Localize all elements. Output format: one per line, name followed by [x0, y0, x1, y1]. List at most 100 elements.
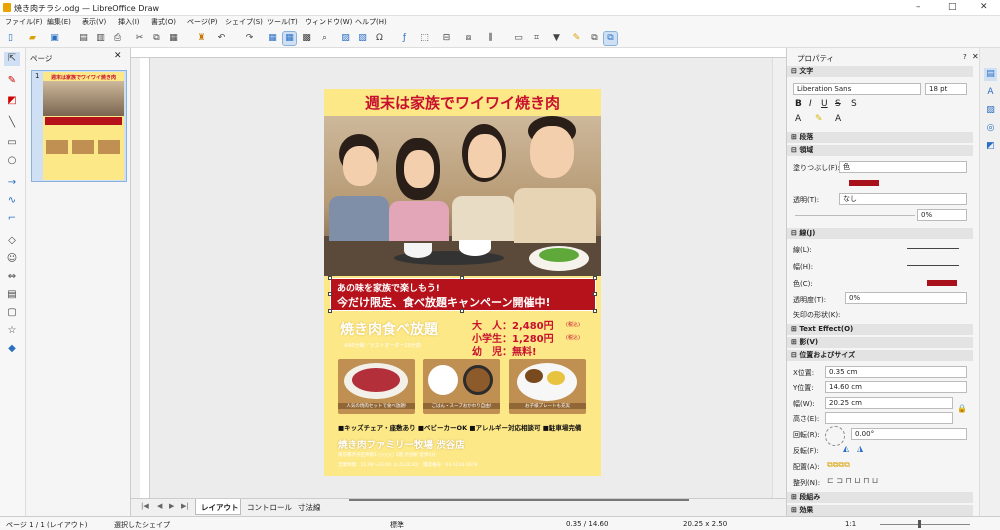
export-pdf-icon[interactable]: ▥ [94, 32, 107, 45]
line-transparency-field[interactable]: 0% [845, 292, 967, 304]
flip-horizontal-icon[interactable]: ◮ [857, 444, 863, 453]
connector-tool-icon[interactable]: ⌐ [4, 212, 20, 226]
font-name-combo[interactable]: Liberation Sans [793, 83, 921, 95]
section-area[interactable]: ⊟ 領域 [787, 145, 973, 156]
section-line[interactable]: ⊟ 線(J) [787, 228, 973, 239]
callout-shapes-icon[interactable]: ▢ [4, 306, 20, 320]
close-button[interactable]: ✕ [980, 2, 988, 12]
selection-handle[interactable] [593, 309, 597, 313]
align-objects-icon[interactable]: ⊟ [440, 32, 453, 45]
section-text-effect[interactable]: ⊞ Text Effect(O) [787, 324, 973, 335]
shadow-icon[interactable]: ▭ [512, 32, 525, 45]
selection-handle[interactable] [593, 292, 597, 296]
flip-vertical-icon[interactable]: ◭ [843, 444, 849, 453]
shadow-text-icon[interactable]: S [851, 99, 857, 109]
highlight-icon[interactable]: ✎ [815, 114, 823, 124]
zoom-slider[interactable] [880, 524, 970, 525]
export-icon[interactable]: ▤ [77, 32, 90, 45]
flyer-page[interactable]: 週末は家族でワイワイ焼き肉 あの味を家族で楽しもう! 今だけ限定、食べ放題キャン… [324, 89, 601, 476]
symbol-shapes-icon[interactable]: ☺ [4, 252, 20, 266]
vertical-ruler[interactable] [140, 58, 150, 498]
grid-icon[interactable]: ▦ [266, 32, 279, 45]
rectangle-tool-icon[interactable]: ▭ [4, 136, 20, 150]
selection-handle[interactable] [328, 292, 332, 296]
line-width-preview[interactable] [907, 265, 959, 266]
line-color-icon[interactable]: ✎ [4, 74, 20, 88]
selected-banner-shape[interactable]: あの味を家族で楽しもう! 今だけ限定、食べ放題キャンペーン開催中! [330, 278, 596, 311]
transparency-select[interactable]: なし [839, 193, 967, 205]
tab-layout[interactable]: レイアウト [201, 502, 239, 513]
rotation-dial[interactable] [825, 426, 845, 446]
line-style-preview[interactable] [907, 248, 959, 249]
selection-handle[interactable] [328, 276, 332, 280]
selection-handle[interactable] [593, 276, 597, 280]
menu-edit[interactable]: 編集(E) [47, 17, 71, 27]
star-shapes-icon[interactable]: ☆ [4, 324, 20, 338]
fill-type-select[interactable]: 色 [839, 161, 967, 173]
underline-icon[interactable]: U [821, 99, 828, 109]
section-paragraph[interactable]: ⊞ 段落 [787, 132, 973, 143]
arrow-line-icon[interactable]: → [4, 176, 20, 190]
flowchart-icon[interactable]: ▤ [4, 288, 20, 302]
paste-icon[interactable]: ▦ [167, 32, 180, 45]
cut-icon[interactable]: ✂ [133, 32, 146, 45]
navigator-deck-icon[interactable]: ◎ [984, 122, 997, 135]
family-photo[interactable] [324, 116, 601, 276]
maximize-button[interactable]: □ [948, 2, 957, 12]
sidebar-menu-icon[interactable]: ? [963, 53, 967, 61]
open-icon[interactable]: ▰ [26, 32, 39, 45]
insert-chart-icon[interactable]: ▧ [356, 32, 369, 45]
transparency-slider[interactable] [795, 215, 915, 216]
points-icon[interactable]: ✎ [570, 32, 583, 45]
clone-formatting-icon[interactable]: ♜ [195, 32, 208, 45]
transformations-icon[interactable]: ⬚ [418, 32, 431, 45]
selection-handle[interactable] [328, 309, 332, 313]
helplines-icon[interactable]: ▦ [282, 31, 297, 46]
food-photo-rice-soup[interactable]: ごはん・スープおかわり自由! [423, 359, 500, 414]
copy-icon[interactable]: ⧉ [150, 32, 163, 45]
transparency-percent[interactable]: 0% [917, 209, 967, 221]
fill-color-icon[interactable]: ◩ [4, 94, 20, 108]
section-effect[interactable]: ⊞ 効果 [787, 505, 973, 516]
menu-file[interactable]: ファイル(F) [5, 17, 43, 27]
arrange-icon[interactable]: ⧈ [462, 32, 475, 45]
bold-icon[interactable]: B [795, 99, 802, 109]
sidebar-close-icon[interactable]: ✕ [972, 52, 979, 61]
menu-shape[interactable]: シェイプ(S) [225, 17, 263, 27]
gallery-deck-icon[interactable]: ▨ [984, 104, 997, 117]
page-thumbnail[interactable]: 週末は家族でワイワイ焼き肉 [43, 72, 124, 180]
shapes-deck-icon[interactable]: ◩ [984, 140, 997, 153]
ellipse-tool-icon[interactable]: ○ [4, 154, 20, 168]
menu-view[interactable]: 表示(V) [82, 17, 106, 27]
selection-handle[interactable] [460, 276, 464, 280]
save-icon[interactable]: ▣ [48, 32, 61, 45]
menu-insert[interactable]: 挿入(I) [118, 17, 140, 27]
selection-handle[interactable] [460, 309, 464, 313]
line-color-swatch[interactable] [927, 280, 957, 286]
block-arrows-icon[interactable]: ⇔ [4, 270, 20, 284]
distribute-icon[interactable]: ⫼ [484, 32, 497, 45]
x-position-field[interactable]: 0.35 cm [825, 366, 967, 378]
nav-prev-icon[interactable]: ◀ [157, 502, 162, 510]
zoom-pan-icon[interactable]: ▩ [300, 32, 313, 45]
tab-dimension-lines[interactable]: 寸法線 [298, 502, 321, 513]
vertical-scrollbar[interactable] [772, 58, 786, 498]
glue-points-icon[interactable]: ⧉ [588, 32, 601, 45]
width-field[interactable]: 20.25 cm [825, 397, 953, 409]
horizontal-scrollbar[interactable] [349, 499, 689, 501]
bring-front-icon[interactable]: ⧉⧉⧉⧉ [827, 460, 850, 470]
section-columns[interactable]: ⊞ 段組み [787, 492, 973, 503]
crop-icon[interactable]: ⌗ [530, 32, 543, 45]
properties-deck-icon[interactable]: ▤ [984, 68, 997, 81]
keep-ratio-icon[interactable]: 🔒 [957, 404, 967, 413]
menu-tools[interactable]: ツール(T) [267, 17, 298, 27]
menu-format[interactable]: 書式(O) [151, 17, 176, 27]
tab-controls[interactable]: コントロール [247, 502, 292, 513]
font-color-icon[interactable]: A [795, 114, 801, 124]
filter-icon[interactable]: ▼ [550, 32, 563, 45]
menu-window[interactable]: ウィンドウ(W) [305, 17, 352, 27]
toggle-extrusion-icon[interactable]: ⧉ [603, 31, 618, 46]
font-size-combo[interactable]: 18 pt [925, 83, 967, 95]
zoom-icon[interactable]: ⌕ [318, 32, 331, 45]
food-photo-kids-plate[interactable]: お子様プレートも充実 [509, 359, 586, 414]
